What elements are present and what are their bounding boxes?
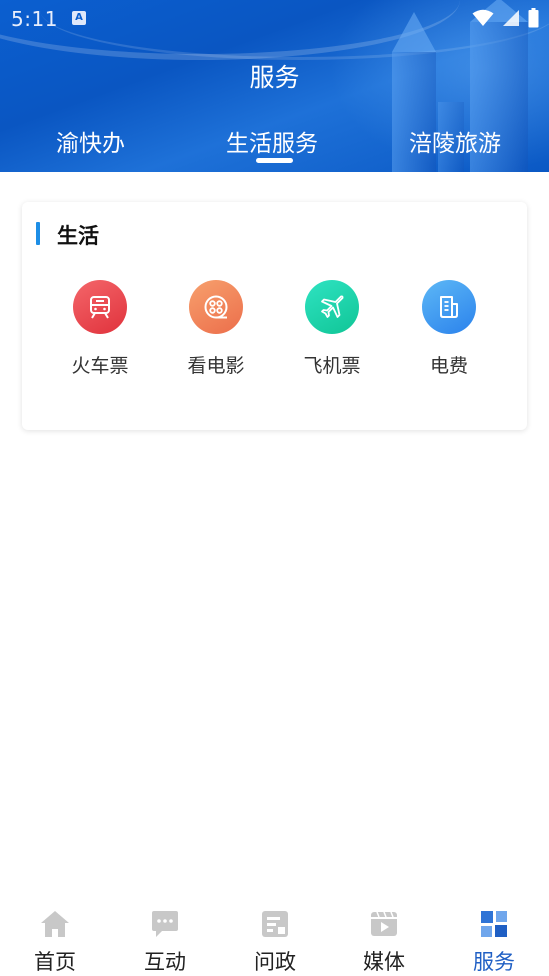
life-services-card: 生活 火车票 看电影 飞机票 电费 <box>22 202 527 430</box>
nav-item-inquiry[interactable]: 问政 <box>220 898 330 976</box>
nav-item-media[interactable]: 媒体 <box>329 898 439 976</box>
section-accent-bar <box>36 222 40 245</box>
chat-icon <box>152 911 178 937</box>
nav-item-services[interactable]: 服务 <box>439 898 549 976</box>
nav-label: 首页 <box>34 950 76 974</box>
active-tab-indicator <box>256 158 293 163</box>
status-time: 5:11 <box>11 7 58 31</box>
section-title: 生活 <box>57 224 99 248</box>
cellular-signal-icon <box>503 10 519 26</box>
service-flight-tickets[interactable]: 飞机票 <box>282 280 382 378</box>
service-label: 飞机票 <box>303 355 361 377</box>
nav-item-home[interactable]: 首页 <box>0 898 110 976</box>
header-banner: 5:11 A 服务 渝快办 生活服务 涪陵旅游 <box>0 0 549 172</box>
nav-label: 媒体 <box>363 950 405 974</box>
train-glyph <box>90 296 110 319</box>
bottom-navigation: 首页 互动 问政 媒体 服务 <box>0 898 549 976</box>
service-label: 电费 <box>429 355 468 377</box>
status-bar: 5:11 A <box>0 0 549 36</box>
nav-label: 服务 <box>473 950 515 974</box>
home-icon <box>41 911 69 937</box>
category-tabs: 渝快办 生活服务 涪陵旅游 <box>0 120 549 172</box>
train-icon <box>73 280 127 334</box>
wifi-icon <box>472 9 494 26</box>
service-movie[interactable]: 看电影 <box>166 280 266 378</box>
video-icon <box>371 911 397 936</box>
film-reel-icon <box>189 280 243 334</box>
bill-document-glyph <box>440 296 458 318</box>
service-label: 火车票 <box>71 355 129 377</box>
bill-document-icon <box>422 280 476 334</box>
nav-label: 问政 <box>254 950 296 974</box>
nav-item-interaction[interactable]: 互动 <box>110 898 220 976</box>
service-screen: 5:11 A 服务 渝快办 生活服务 涪陵旅游 生活 火车票 看电影 飞机票 电… <box>0 0 549 976</box>
service-label: 看电影 <box>187 355 245 377</box>
grid-icon <box>481 911 507 937</box>
tab-yukuaiban[interactable]: 渝快办 <box>56 124 125 158</box>
form-icon <box>262 911 288 937</box>
airplane-glyph <box>321 295 344 318</box>
film-reel-glyph <box>204 295 228 319</box>
service-train-tickets[interactable]: 火车票 <box>50 280 150 378</box>
service-electricity-bill[interactable]: 电费 <box>399 280 499 378</box>
tab-fuling-tourism[interactable]: 涪陵旅游 <box>409 124 501 158</box>
page-title: 服务 <box>249 63 300 92</box>
airplane-icon <box>305 280 359 334</box>
battery-icon <box>528 8 539 28</box>
nav-label: 互动 <box>144 950 186 974</box>
status-indicators <box>472 8 539 28</box>
tab-life-services[interactable]: 生活服务 <box>226 124 318 158</box>
app-notification-icon: A <box>72 11 86 25</box>
